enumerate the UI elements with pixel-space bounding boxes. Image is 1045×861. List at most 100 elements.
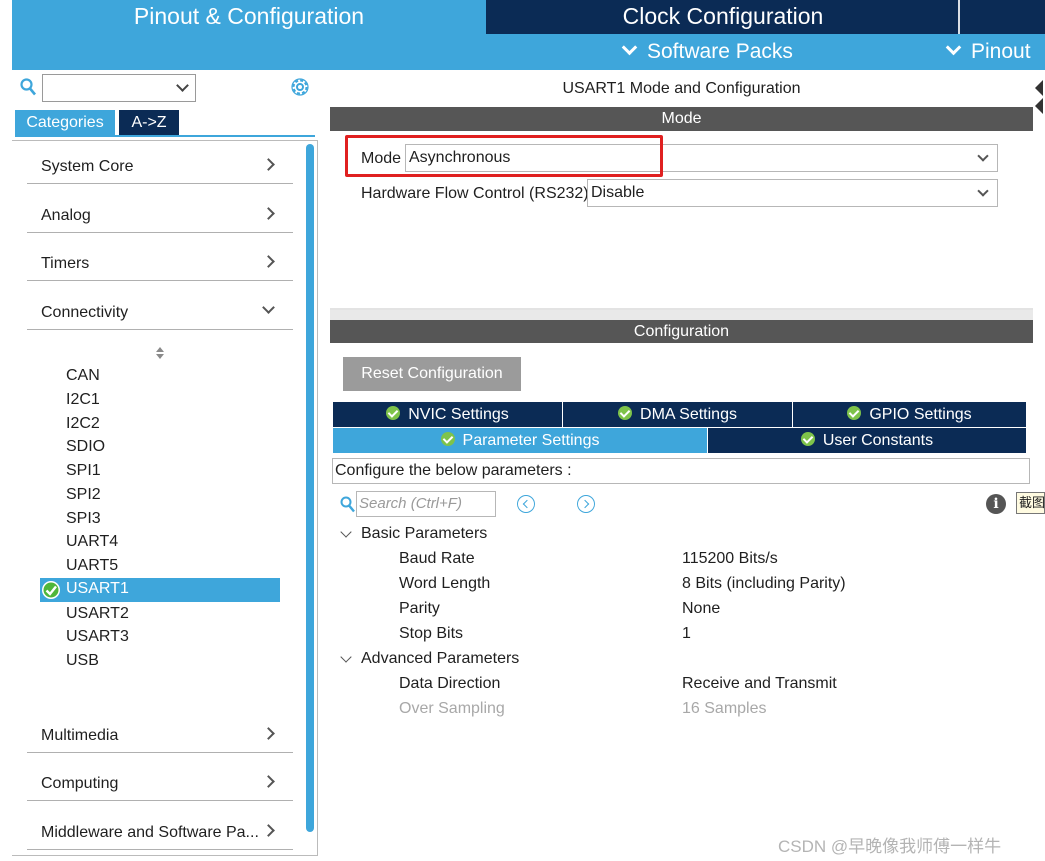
chevron-down-icon bbox=[977, 185, 989, 197]
chevron-down-icon bbox=[621, 39, 638, 56]
annotation-highlight-box bbox=[345, 135, 663, 177]
tab-a-to-z[interactable]: A->Z bbox=[119, 110, 179, 135]
category-search-combo[interactable] bbox=[42, 74, 196, 102]
pinout-menu[interactable]: Pinout bbox=[945, 34, 1031, 70]
chevron-right-icon bbox=[262, 255, 275, 268]
peripheral-item-spi2[interactable]: SPI2 bbox=[66, 486, 101, 504]
flow-control-value: Disable bbox=[591, 184, 645, 201]
chevron-right-icon bbox=[262, 207, 275, 220]
check-icon bbox=[618, 406, 633, 420]
category-system-core[interactable]: System Core bbox=[27, 152, 293, 184]
info-icon[interactable]: i bbox=[986, 494, 1006, 514]
parameter-search-input[interactable]: Search (Ctrl+F) bbox=[356, 491, 496, 517]
param-value[interactable]: 1 bbox=[682, 625, 691, 643]
chevron-right-icon bbox=[262, 775, 275, 788]
chevron-right-icon bbox=[262, 158, 275, 171]
tab-nvic-settings[interactable]: NVIC Settings bbox=[333, 402, 562, 427]
param-value[interactable]: 8 Bits (including Parity) bbox=[682, 575, 846, 593]
chevron-right-icon bbox=[262, 824, 275, 837]
search-icon bbox=[340, 496, 355, 513]
vertical-scrollbar[interactable] bbox=[306, 144, 314, 832]
tab-clock-configuration[interactable]: Clock Configuration bbox=[488, 0, 958, 34]
search-icon[interactable] bbox=[20, 78, 36, 96]
category-label: Middleware and Software Pa... bbox=[41, 824, 259, 841]
chevron-down-icon[interactable] bbox=[340, 651, 352, 663]
peripheral-item-can[interactable]: CAN bbox=[66, 367, 100, 385]
right-edge-strip bbox=[1033, 70, 1045, 861]
check-icon bbox=[386, 406, 401, 420]
param-value[interactable]: Receive and Transmit bbox=[682, 675, 837, 693]
collapse-arrow-icon[interactable] bbox=[1035, 80, 1043, 96]
categories-panel: Categories A->Z System Core Analog Timer… bbox=[12, 70, 320, 861]
category-label: Timers bbox=[41, 255, 90, 272]
check-icon bbox=[800, 432, 815, 446]
chevron-down-icon[interactable] bbox=[340, 526, 352, 538]
category-connectivity[interactable]: Connectivity bbox=[27, 298, 293, 330]
chevron-down-icon bbox=[977, 150, 989, 162]
chevron-down-icon bbox=[176, 79, 189, 92]
param-name: Parity bbox=[399, 600, 440, 617]
peripheral-item-usart3[interactable]: USART3 bbox=[66, 628, 129, 646]
peripheral-item-spi1[interactable]: SPI1 bbox=[66, 462, 101, 480]
category-analog[interactable]: Analog bbox=[27, 201, 293, 233]
category-multimedia[interactable]: Multimedia bbox=[27, 721, 293, 753]
tab-underline bbox=[15, 135, 315, 137]
group-basic-parameters[interactable]: Basic Parameters bbox=[361, 525, 487, 543]
peripheral-item-sdio[interactable]: SDIO bbox=[66, 438, 105, 456]
check-circle-icon bbox=[42, 581, 60, 599]
tab-label: DMA Settings bbox=[640, 406, 737, 423]
check-icon bbox=[440, 432, 455, 446]
param-name: Word Length bbox=[399, 575, 491, 592]
chevron-down-icon bbox=[945, 39, 962, 56]
flow-control-select[interactable]: Disable bbox=[587, 179, 998, 207]
tab-dma-settings[interactable]: DMA Settings bbox=[563, 402, 792, 427]
param-name: Baud Rate bbox=[399, 550, 475, 567]
param-name: Stop Bits bbox=[399, 625, 464, 642]
peripheral-item-i2c1[interactable]: I2C1 bbox=[66, 391, 100, 409]
group-advanced-parameters[interactable]: Advanced Parameters bbox=[361, 650, 519, 668]
peripheral-item-spi3[interactable]: SPI3 bbox=[66, 510, 101, 528]
software-packs-menu[interactable]: Software Packs bbox=[621, 34, 793, 70]
pinout-menu-label: Pinout bbox=[971, 40, 1031, 63]
tab-divider bbox=[958, 0, 960, 34]
category-label: Multimedia bbox=[41, 727, 119, 744]
peripheral-item-i2c2[interactable]: I2C2 bbox=[66, 415, 100, 433]
category-label: Connectivity bbox=[41, 304, 129, 321]
param-name-disabled: Over Sampling bbox=[399, 700, 505, 717]
reset-configuration-button[interactable]: Reset Configuration bbox=[343, 357, 521, 391]
param-value[interactable]: None bbox=[682, 600, 720, 618]
category-timers[interactable]: Timers bbox=[27, 249, 293, 281]
next-match-icon[interactable] bbox=[577, 495, 595, 513]
tab-label: User Constants bbox=[822, 432, 934, 449]
param-value[interactable]: 115200 Bits/s bbox=[682, 550, 778, 568]
peripheral-item-usart1-selected[interactable]: USART1 bbox=[40, 578, 280, 602]
check-icon bbox=[847, 406, 862, 420]
tab-user-constants[interactable]: User Constants bbox=[708, 428, 1026, 453]
param-value-disabled: 16 Samples bbox=[682, 700, 767, 717]
peripheral-label: USART1 bbox=[66, 580, 129, 597]
category-middleware[interactable]: Middleware and Software Pa... bbox=[27, 818, 293, 850]
gear-icon[interactable] bbox=[290, 77, 310, 97]
watermark: CSDN @早晚像我师傅一样牛 bbox=[778, 837, 1002, 856]
category-label: Computing bbox=[41, 775, 119, 792]
tab-label: Parameter Settings bbox=[462, 432, 600, 449]
tab-gpio-settings[interactable]: GPIO Settings bbox=[793, 402, 1026, 427]
sub-menu-bar: Software Packs Pinout bbox=[12, 34, 1045, 70]
chevron-down-icon bbox=[262, 301, 275, 314]
collapse-arrow-icon[interactable] bbox=[1035, 98, 1043, 114]
peripheral-item-usart2[interactable]: USART2 bbox=[66, 605, 129, 623]
peripheral-item-uart4[interactable]: UART4 bbox=[66, 533, 118, 551]
tab-pinout-configuration[interactable]: Pinout & Configuration bbox=[12, 0, 486, 34]
previous-match-icon[interactable] bbox=[517, 495, 535, 513]
peripheral-item-usb[interactable]: USB bbox=[66, 652, 99, 670]
sort-icon[interactable] bbox=[154, 346, 166, 360]
tab-parameter-settings[interactable]: Parameter Settings bbox=[333, 428, 707, 453]
peripheral-item-uart5[interactable]: UART5 bbox=[66, 557, 118, 575]
software-packs-label: Software Packs bbox=[647, 40, 793, 63]
tab-label: GPIO Settings bbox=[869, 406, 972, 423]
configuration-header: Configuration bbox=[330, 320, 1033, 343]
mode-configuration-panel: USART1 Mode and Configuration Mode Mode … bbox=[330, 70, 1033, 861]
category-computing[interactable]: Computing bbox=[27, 769, 293, 801]
tab-categories[interactable]: Categories bbox=[15, 110, 115, 135]
top-tab-bar: Pinout & Configuration Clock Configurati… bbox=[12, 0, 1045, 34]
